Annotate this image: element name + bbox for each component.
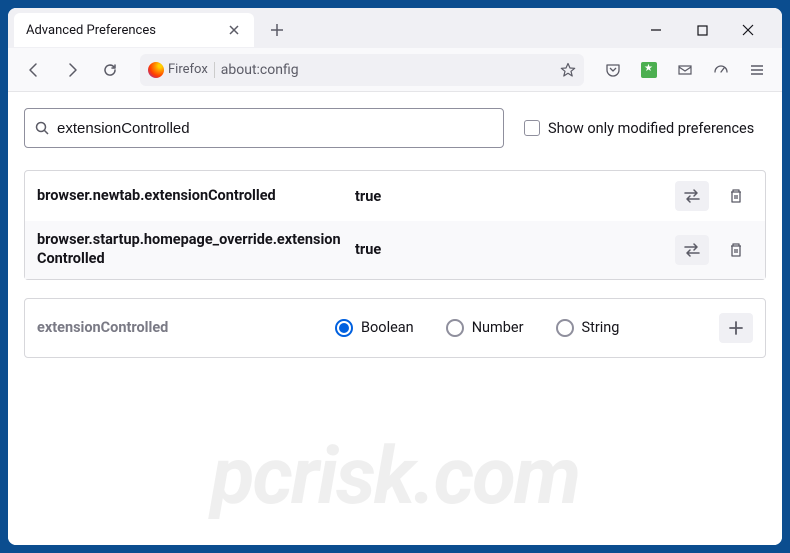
toolbar-right: [598, 55, 772, 85]
extension-icon[interactable]: [634, 55, 664, 85]
search-icon: [35, 121, 49, 135]
pref-row: browser.startup.homepage_override.extens…: [25, 221, 765, 279]
pref-row: browser.newtab.extensionControlled true: [25, 171, 765, 221]
dashboard-icon[interactable]: [706, 55, 736, 85]
identity-label: Firefox: [168, 62, 208, 77]
address-bar[interactable]: Firefox about:config: [140, 54, 584, 86]
delete-button[interactable]: [719, 235, 753, 265]
radio-label: String: [582, 319, 620, 336]
show-modified-checkbox[interactable]: Show only modified preferences: [524, 120, 754, 137]
checkbox-icon: [524, 120, 540, 136]
search-box[interactable]: [24, 108, 504, 148]
bookmark-star-icon[interactable]: [560, 62, 576, 78]
radio-label: Number: [472, 319, 524, 336]
minimize-button[interactable]: [642, 16, 670, 44]
page-content: Show only modified preferences browser.n…: [8, 92, 782, 545]
new-tab-button[interactable]: [262, 15, 292, 45]
mail-icon[interactable]: [670, 55, 700, 85]
close-tab-icon[interactable]: [226, 22, 242, 38]
radio-icon: [556, 319, 574, 337]
tab-bar: Advanced Preferences: [8, 8, 782, 48]
pref-name: browser.newtab.extensionControlled: [37, 187, 347, 206]
forward-button[interactable]: [56, 54, 88, 86]
radio-icon: [335, 319, 353, 337]
menu-icon[interactable]: [742, 55, 772, 85]
radio-string[interactable]: String: [556, 319, 620, 337]
pref-actions: [675, 235, 753, 265]
browser-window: Advanced Preferences: [8, 8, 782, 545]
add-pref-section: extensionControlled Boolean Number Strin…: [24, 298, 766, 358]
firefox-logo-icon: [148, 62, 164, 78]
pref-actions: [675, 181, 753, 211]
radio-icon: [446, 319, 464, 337]
tab-title: Advanced Preferences: [26, 23, 156, 38]
new-pref-name: extensionControlled: [37, 319, 327, 336]
radio-boolean[interactable]: Boolean: [335, 319, 414, 337]
preferences-table: browser.newtab.extensionControlled true …: [24, 170, 766, 280]
add-pref-row: extensionControlled Boolean Number Strin…: [25, 299, 765, 357]
close-window-button[interactable]: [734, 16, 762, 44]
identity-button[interactable]: Firefox: [148, 62, 215, 78]
toggle-button[interactable]: [675, 235, 709, 265]
pref-value: true: [355, 241, 667, 258]
radio-number[interactable]: Number: [446, 319, 524, 337]
browser-tab[interactable]: Advanced Preferences: [14, 13, 254, 47]
maximize-button[interactable]: [688, 16, 716, 44]
add-button[interactable]: [719, 313, 753, 343]
type-radio-group: Boolean Number String: [335, 319, 711, 337]
navigation-toolbar: Firefox about:config: [8, 48, 782, 92]
pocket-icon[interactable]: [598, 55, 628, 85]
radio-label: Boolean: [361, 319, 414, 336]
url-text: about:config: [221, 62, 299, 78]
reload-button[interactable]: [94, 54, 126, 86]
back-button[interactable]: [18, 54, 50, 86]
search-input[interactable]: [57, 120, 493, 137]
toggle-button[interactable]: [675, 181, 709, 211]
delete-button[interactable]: [719, 181, 753, 211]
search-row: Show only modified preferences: [24, 108, 766, 148]
pref-name: browser.startup.homepage_override.extens…: [37, 231, 347, 269]
window-controls: [642, 16, 776, 44]
pref-value: true: [355, 188, 667, 205]
checkbox-label: Show only modified preferences: [548, 120, 754, 137]
